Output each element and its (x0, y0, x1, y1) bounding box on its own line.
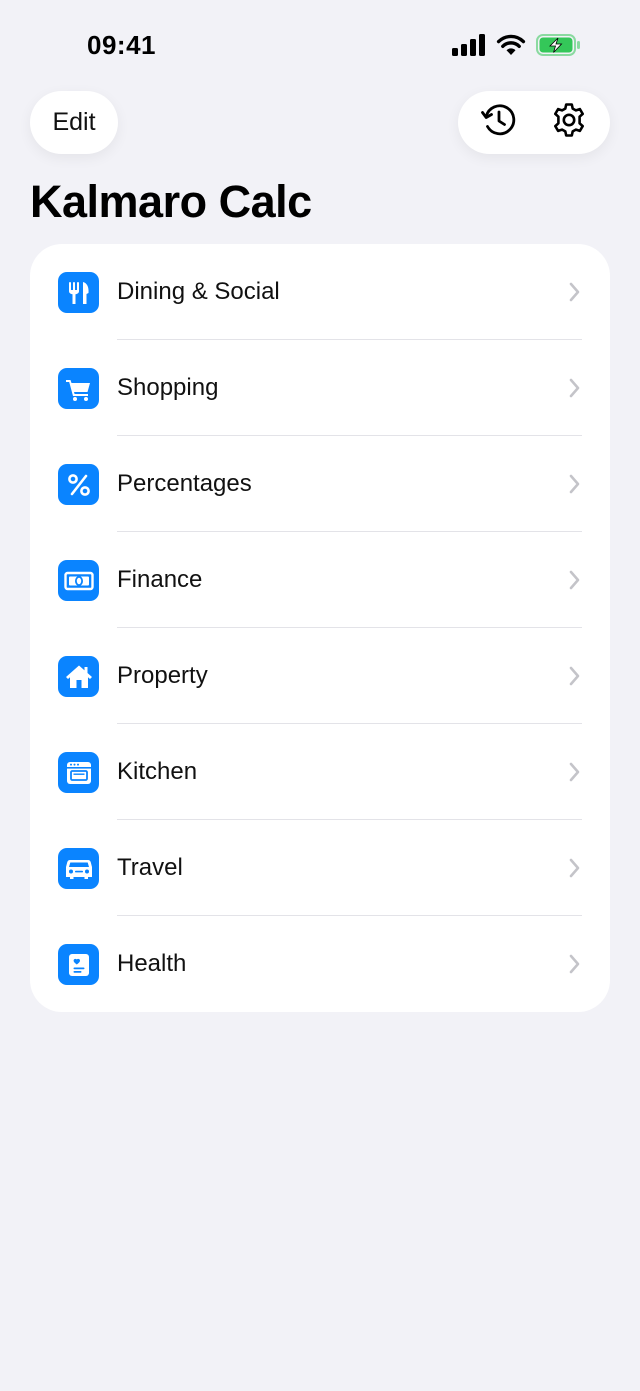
category-list: Dining & Social Shopping Percentages Fin… (30, 244, 610, 1012)
history-icon (481, 102, 517, 143)
list-item-label: Health (117, 950, 187, 977)
health-card-icon (58, 944, 99, 985)
list-item-shopping[interactable]: Shopping (30, 340, 610, 436)
house-icon (58, 656, 99, 697)
percent-icon (58, 464, 99, 505)
cellular-signal-icon (452, 34, 486, 61)
list-item-label: Dining & Social (117, 278, 280, 305)
list-item-label: Finance (117, 566, 203, 593)
list-item-dining-social[interactable]: Dining & Social (30, 244, 610, 340)
battery-charging-icon (536, 34, 582, 61)
list-item-kitchen[interactable]: Kitchen (30, 724, 610, 820)
chevron-right-icon (569, 954, 580, 979)
cart-icon (58, 368, 99, 409)
chevron-right-icon (569, 858, 580, 883)
wifi-icon (496, 34, 526, 61)
list-item-travel[interactable]: Travel (30, 820, 610, 916)
edit-button[interactable]: Edit (30, 91, 118, 154)
settings-button[interactable] (542, 96, 596, 150)
oven-icon (58, 752, 99, 793)
page-title: Kalmaro Calc (30, 176, 312, 227)
list-item-percentages[interactable]: Percentages (30, 436, 610, 532)
history-button[interactable] (472, 96, 526, 150)
gear-icon (551, 102, 587, 143)
chevron-right-icon (569, 570, 580, 595)
list-item-label: Property (117, 662, 208, 689)
list-item-label: Kitchen (117, 758, 198, 785)
list-item-finance[interactable]: Finance (30, 532, 610, 628)
banknote-icon (58, 560, 99, 601)
status-bar: 09:41 (0, 0, 640, 90)
status-time: 09:41 (87, 30, 156, 60)
list-item-health[interactable]: Health (30, 916, 610, 1012)
toolbar-pill (458, 91, 610, 154)
status-icons (452, 34, 582, 61)
list-item-label: Travel (117, 854, 183, 881)
chevron-right-icon (569, 666, 580, 691)
chevron-right-icon (569, 762, 580, 787)
list-item-property[interactable]: Property (30, 628, 610, 724)
car-icon (58, 848, 99, 889)
chevron-right-icon (569, 378, 580, 403)
list-item-label: Shopping (117, 374, 219, 401)
chevron-right-icon (569, 474, 580, 499)
list-item-label: Percentages (117, 470, 252, 497)
chevron-right-icon (569, 282, 580, 307)
fork-knife-icon (58, 272, 99, 313)
